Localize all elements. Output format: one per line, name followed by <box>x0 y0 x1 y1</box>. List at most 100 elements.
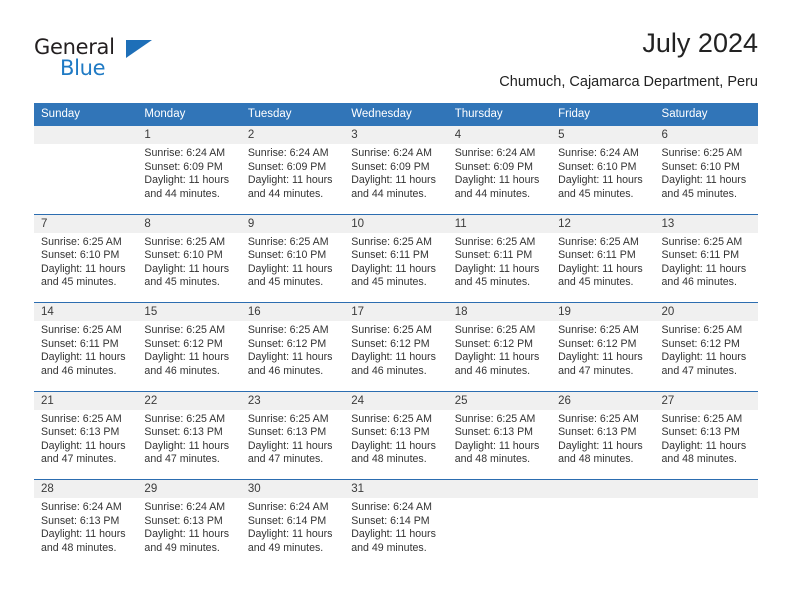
day-number-cell[interactable]: 27 <box>654 390 758 410</box>
day-sunrise-text: Sunrise: 6:25 AM <box>41 235 122 248</box>
day-sunset-text: Sunset: 6:13 PM <box>351 426 430 439</box>
week-number-row: 7 8 9 10 11 12 13 <box>34 213 758 233</box>
day-number-cell-empty <box>551 479 655 498</box>
day-number-cell[interactable]: 3 <box>344 126 448 144</box>
day-detail-cell: Sunrise: 6:25 AM Sunset: 6:12 PM Daylight:… <box>240 321 345 391</box>
day-daylight-text: and 45 minutes. <box>41 276 117 289</box>
day-sunrise-text: Sunrise: 6:24 AM <box>351 147 432 159</box>
day-daylight-text: and 45 minutes. <box>454 276 531 289</box>
day-daylight-text: Daylight: 11 hours <box>661 174 747 187</box>
day-sunset-text: Sunset: 6:12 PM <box>144 337 223 350</box>
day-daylight-text: and 47 minutes. <box>144 453 220 466</box>
day-daylight-text: Daylight: 11 hours <box>41 439 126 452</box>
day-number-cell[interactable]: 20 <box>654 302 758 321</box>
day-daylight-text: and 45 minutes. <box>351 276 427 289</box>
day-number-cell[interactable]: 5 <box>551 126 655 144</box>
day-daylight-text: Daylight: 11 hours <box>558 351 643 364</box>
day-sunset-text: Sunset: 6:12 PM <box>351 337 430 350</box>
day-detail-cell-empty <box>654 498 758 568</box>
day-sunset-text: Sunset: 6:13 PM <box>144 514 223 527</box>
day-daylight-text: and 48 minutes. <box>351 453 427 466</box>
day-sunrise-text: Sunrise: 6:25 AM <box>661 412 743 425</box>
week-number-row: 123456 <box>34 126 758 144</box>
day-number-cell[interactable]: 23 <box>240 390 345 410</box>
day-daylight-text: Daylight: 11 hours <box>454 262 540 275</box>
day-number-cell[interactable]: 29 <box>137 479 241 498</box>
day-sunrise-text: Sunrise: 6:24 AM <box>247 147 329 159</box>
day-detail-cell: Sunrise: 6:24 AM Sunset: 6:10 PM Daylight:… <box>551 144 655 214</box>
day-daylight-text: Daylight: 11 hours <box>247 262 333 275</box>
day-daylight-text: and 46 minutes. <box>41 364 117 377</box>
day-number-cell[interactable]: 2 <box>240 126 345 144</box>
day-number-cell[interactable]: 30 <box>240 479 345 498</box>
week-detail-row: Sunrise: 6:25 AM Sunset: 6:13 PM Daylight:… <box>34 409 758 480</box>
day-daylight-text: Daylight: 11 hours <box>454 174 540 187</box>
day-detail-cell: Sunrise: 6:24 AM Sunset: 6:09 PM Daylight:… <box>447 144 552 214</box>
day-number-cell[interactable]: 25 <box>447 390 552 410</box>
day-sunset-text: Sunset: 6:13 PM <box>144 426 223 439</box>
day-sunset-text: Sunset: 6:13 PM <box>41 426 120 439</box>
day-sunset-text: Sunset: 6:11 PM <box>661 249 740 262</box>
calendar-grid: Sunday Monday Tuesday Wednesday Thursday… <box>34 103 758 568</box>
calendar-table: Sunday Monday Tuesday Wednesday Thursday… <box>34 103 758 568</box>
day-number-cell-empty <box>654 479 758 498</box>
day-number-cell[interactable]: 7 <box>34 213 138 233</box>
day-number-cell[interactable]: 10 <box>344 213 448 233</box>
day-sunset-text: Sunset: 6:13 PM <box>41 514 120 527</box>
day-detail-cell: Sunrise: 6:25 AM Sunset: 6:13 PM Daylight:… <box>344 409 448 480</box>
day-number-cell[interactable]: 9 <box>240 213 345 233</box>
day-detail-cell: Sunrise: 6:25 AM Sunset: 6:10 PM Daylight:… <box>137 232 241 303</box>
day-number-cell[interactable]: 18 <box>447 302 552 321</box>
day-number-cell[interactable]: 11 <box>447 213 552 233</box>
day-number-cell[interactable]: 14 <box>34 302 138 321</box>
day-daylight-text: and 45 minutes. <box>247 276 324 289</box>
day-number-cell[interactable]: 8 <box>137 213 241 233</box>
day-daylight-text: Daylight: 11 hours <box>351 439 436 452</box>
day-number-cell[interactable]: 1 <box>137 126 241 144</box>
day-detail-cell: Sunrise: 6:24 AM Sunset: 6:09 PM Daylight:… <box>240 144 345 214</box>
day-number-cell[interactable]: 6 <box>654 126 758 144</box>
page-title: July 2024 <box>642 28 758 58</box>
day-number-cell[interactable]: 15 <box>137 302 241 321</box>
day-detail-cell: Sunrise: 6:24 AM Sunset: 6:13 PM Daylight:… <box>137 498 241 568</box>
day-sunset-text: Sunset: 6:12 PM <box>454 337 534 350</box>
day-sunrise-text: Sunrise: 6:24 AM <box>247 501 329 513</box>
day-number-cell[interactable]: 31 <box>344 479 448 498</box>
weekday-header-monday: Monday <box>137 103 241 126</box>
general-blue-logo[interactable]: General Blue <box>34 36 164 82</box>
day-daylight-text: Daylight: 11 hours <box>661 439 747 452</box>
day-detail-cell: Sunrise: 6:25 AM Sunset: 6:13 PM Daylight:… <box>137 409 241 480</box>
day-detail-cell: Sunrise: 6:25 AM Sunset: 6:13 PM Daylight:… <box>654 409 758 480</box>
day-sunset-text: Sunset: 6:13 PM <box>661 426 740 439</box>
weekday-header-tuesday: Tuesday <box>240 103 345 126</box>
week-number-row: 14 15 16 17 18 19 20 <box>34 302 758 321</box>
day-number-cell[interactable]: 13 <box>654 213 758 233</box>
day-detail-cell-empty <box>447 498 552 568</box>
day-daylight-text: and 46 minutes. <box>351 364 427 377</box>
day-number-cell[interactable]: 21 <box>34 390 138 410</box>
day-number-cell[interactable]: 16 <box>240 302 345 321</box>
day-detail-cell: Sunrise: 6:25 AM Sunset: 6:12 PM Daylight:… <box>447 321 552 391</box>
day-sunset-text: Sunset: 6:09 PM <box>454 160 534 173</box>
day-number-cell[interactable]: 26 <box>551 390 655 410</box>
day-number-cell[interactable]: 22 <box>137 390 241 410</box>
day-daylight-text: and 46 minutes. <box>247 364 324 377</box>
day-sunset-text: Sunset: 6:10 PM <box>558 160 637 173</box>
day-number-cell[interactable]: 17 <box>344 302 448 321</box>
day-detail-cell: Sunrise: 6:25 AM Sunset: 6:11 PM Daylight:… <box>654 232 758 303</box>
day-number-cell[interactable]: 12 <box>551 213 655 233</box>
day-number-cell[interactable]: 28 <box>34 479 138 498</box>
day-daylight-text: and 48 minutes. <box>454 453 531 466</box>
week-number-row: 21 22 23 24 25 26 27 <box>34 390 758 410</box>
day-sunset-text: Sunset: 6:10 PM <box>144 249 223 262</box>
day-detail-cell: Sunrise: 6:24 AM Sunset: 6:13 PM Daylight:… <box>34 498 138 568</box>
week-detail-row: Sunrise: 6:25 AM Sunset: 6:10 PM Daylight:… <box>34 232 758 303</box>
day-number-cell[interactable]: 24 <box>344 390 448 410</box>
day-sunrise-text: Sunrise: 6:24 AM <box>144 147 226 159</box>
day-number-cell[interactable]: 4 <box>447 126 552 144</box>
day-daylight-text: Daylight: 11 hours <box>144 351 230 364</box>
day-sunrise-text: Sunrise: 6:24 AM <box>351 501 432 513</box>
day-number-cell[interactable]: 19 <box>551 302 655 321</box>
location-subtitle: Chumuch, Cajamarca Department, Peru <box>499 74 758 90</box>
day-detail-cell: Sunrise: 6:25 AM Sunset: 6:10 PM Daylight:… <box>654 144 758 214</box>
